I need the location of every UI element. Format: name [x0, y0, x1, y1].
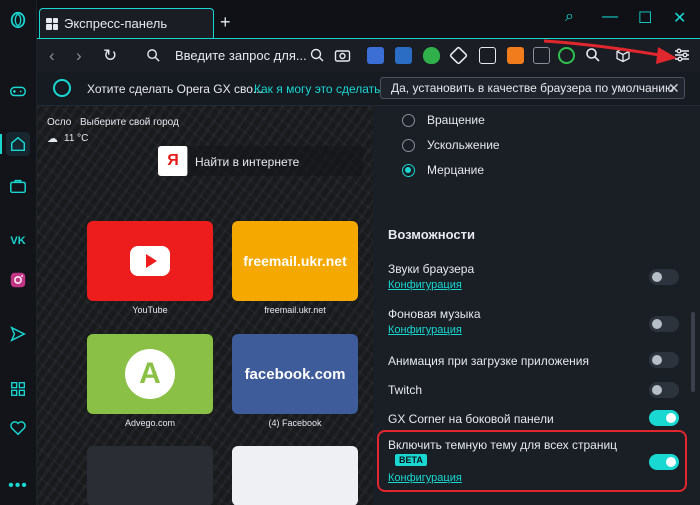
cloud-icon: ☁: [47, 133, 58, 145]
rss-icon[interactable]: [507, 47, 524, 64]
infobar-message: Хотите сделать Opera GX сво...: [87, 82, 263, 96]
twitch-toggle[interactable]: [649, 382, 679, 398]
speed-dial-tile-youtube[interactable]: [87, 221, 213, 301]
youtube-play-icon: [130, 246, 170, 276]
reload-button[interactable]: ↻: [103, 46, 117, 66]
lock-extension-icon[interactable]: [395, 47, 412, 64]
pocket-icon[interactable]: [479, 47, 496, 64]
speed-dial-tile-freemail[interactable]: freemail.ukr.net: [232, 221, 358, 301]
red-arrow-annotation: [543, 39, 677, 64]
minimize-button[interactable]: —: [602, 8, 618, 26]
option-label: Фоновая музыка: [388, 307, 481, 321]
default-browser-infobar: Хотите сделать Opera GX сво... Как я мог…: [37, 72, 700, 106]
tab-title: Экспресс-панель: [64, 16, 168, 31]
heart-icon[interactable]: [6, 416, 30, 440]
maximize-button[interactable]: ☐: [638, 8, 652, 28]
camera-icon[interactable]: [334, 47, 351, 68]
home-icon[interactable]: [6, 132, 30, 156]
speed-dial: Осло Выберите свой город ☁ 11 °C Я Найти…: [37, 106, 373, 505]
more-icon[interactable]: •••: [6, 474, 30, 498]
tab-speed-dial[interactable]: Экспресс-панель: [39, 8, 214, 38]
search-tabs-icon[interactable]: ⌕: [565, 8, 574, 26]
option-label: GX Corner на боковой панели: [388, 412, 554, 426]
configure-link[interactable]: Конфигурация: [388, 324, 462, 336]
infobar-help-link[interactable]: Как я могу это сделать?: [254, 82, 387, 96]
shield-extension-icon[interactable]: [423, 47, 440, 64]
web-search-input[interactable]: Найти в интернете: [187, 146, 363, 176]
apps-grid-icon[interactable]: [6, 377, 30, 401]
settings-scrollbar[interactable]: [691, 312, 695, 392]
briefcase-icon[interactable]: [6, 174, 30, 198]
speed-dial-tile-thumbnail[interactable]: [232, 446, 358, 505]
send-icon[interactable]: [6, 322, 30, 346]
option-label: Twitch: [388, 383, 423, 397]
radio-button[interactable]: [402, 138, 415, 152]
opera-logo-icon: [53, 79, 71, 97]
opera-menu-icon[interactable]: [6, 8, 30, 32]
radio-label: Мерцание: [427, 163, 485, 177]
address-input[interactable]: Введите запрос для...: [175, 48, 307, 63]
new-tab-button[interactable]: +: [220, 12, 231, 33]
translate-extension-icon[interactable]: [367, 47, 384, 64]
speed-dial-tile-advego[interactable]: A: [87, 334, 213, 414]
freemail-logo: freemail.ukr.net: [243, 253, 347, 269]
radio-label: Ускольжение: [427, 138, 500, 152]
sidebar-active-indicator: [0, 134, 2, 154]
radio-button[interactable]: [402, 163, 415, 177]
speed-dial-tile-thumbnail[interactable]: [87, 446, 213, 505]
set-default-browser-button[interactable]: Да, установить в качестве браузера по ум…: [380, 77, 685, 99]
radio-flicker[interactable]: Мерцание: [402, 163, 484, 177]
close-window-button[interactable]: ✕: [673, 8, 686, 28]
speed-dial-tile-facebook[interactable]: facebook.com: [232, 334, 358, 414]
facebook-logo: facebook.com: [244, 365, 346, 383]
search-icon: [146, 48, 161, 68]
weather-city[interactable]: Осло: [47, 117, 71, 128]
sidebar: VK •••: [0, 0, 37, 505]
option-label: Анимация при загрузке приложения: [388, 354, 589, 368]
weather-city-prompt[interactable]: Выберите свой город: [80, 117, 179, 128]
gamepad-icon[interactable]: [6, 79, 30, 103]
background-music-toggle[interactable]: [649, 316, 679, 332]
configure-link[interactable]: Конфигурация: [388, 279, 462, 291]
radio-sliding[interactable]: Ускольжение: [402, 138, 500, 152]
diamond-icon[interactable]: [448, 45, 469, 66]
highlight-frame: [377, 430, 687, 492]
advego-logo: A: [125, 349, 175, 399]
tile-label: (4) Facebook: [268, 418, 322, 428]
forward-button[interactable]: ›: [76, 46, 82, 66]
speed-dial-icon: [46, 17, 58, 30]
back-button[interactable]: ‹: [49, 46, 55, 66]
yandex-logo[interactable]: Я: [158, 146, 188, 176]
gx-corner-toggle[interactable]: [649, 410, 679, 426]
instagram-icon[interactable]: [6, 268, 30, 292]
tab-bar: Экспресс-панель + ⌕ — ☐ ✕: [37, 0, 700, 38]
tile-label: YouTube: [132, 305, 168, 315]
option-label: Звуки браузера: [388, 262, 475, 276]
weather-temperature: 11 °C: [64, 133, 89, 144]
vk-icon[interactable]: VK: [6, 229, 30, 253]
image-search-icon[interactable]: [309, 47, 325, 68]
radio-button[interactable]: [402, 113, 415, 127]
radio-label: Вращение: [427, 113, 485, 127]
infobar-close-button[interactable]: ✕: [668, 80, 680, 97]
radio-rotation[interactable]: Вращение: [402, 113, 485, 127]
tile-label: Advego.com: [124, 418, 176, 428]
browser-sounds-toggle[interactable]: [649, 269, 679, 285]
section-title: Возможности: [388, 227, 475, 242]
launch-animation-toggle[interactable]: [649, 352, 679, 368]
tile-label: freemail.ukr.net: [264, 305, 326, 315]
